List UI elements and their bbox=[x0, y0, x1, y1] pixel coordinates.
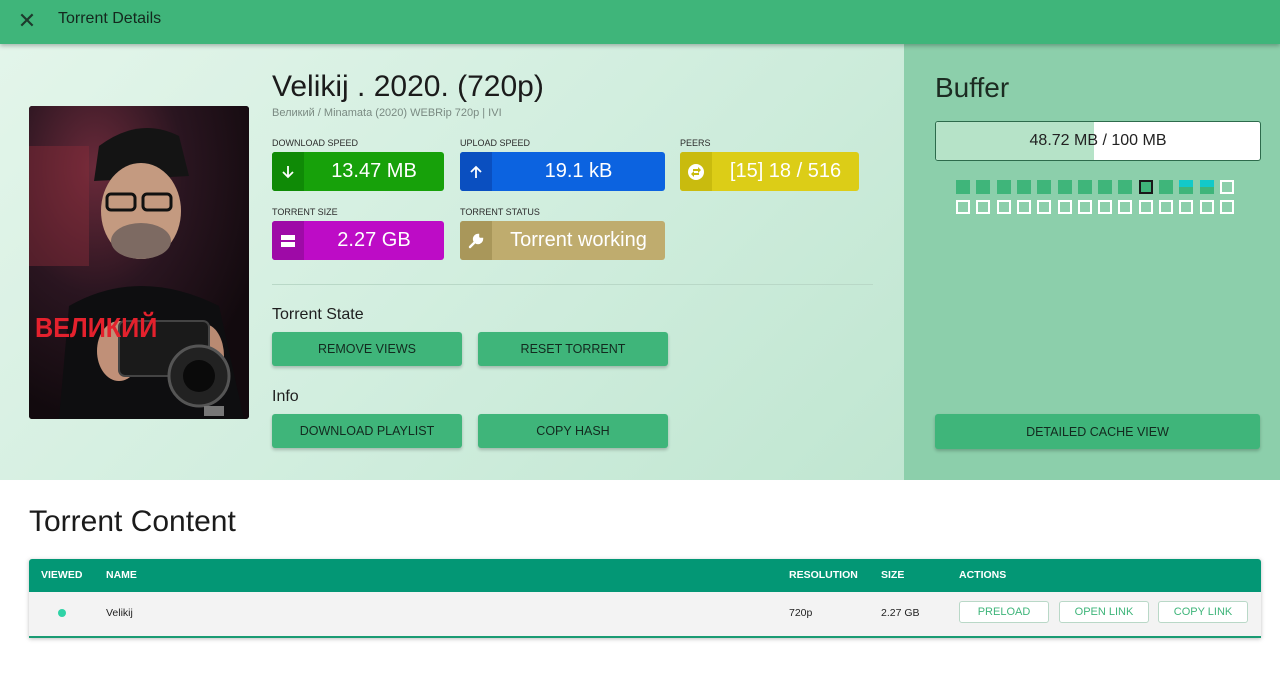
torrent-subtitle: Великий / Minamata (2020) WEBRip 720p | … bbox=[272, 107, 502, 119]
cache-piece bbox=[1037, 200, 1052, 215]
column-name: NAME bbox=[106, 569, 137, 581]
torrent-size-card: 2.27 GB bbox=[272, 221, 444, 260]
cache-piece bbox=[956, 200, 970, 215]
cache-piece bbox=[1179, 200, 1194, 215]
cache-piece bbox=[976, 180, 991, 194]
table-header: VIEWED NAME RESOLUTION SIZE ACTIONS bbox=[29, 559, 1261, 592]
peers-card: [15] 18 / 516 bbox=[680, 152, 859, 191]
cache-piece bbox=[1077, 200, 1092, 215]
column-viewed: VIEWED bbox=[41, 569, 83, 581]
cache-piece bbox=[1057, 180, 1072, 194]
detailed-cache-view-button[interactable]: DETAILED CACHE VIEW bbox=[935, 414, 1260, 449]
cache-piece bbox=[996, 200, 1011, 215]
column-size: SIZE bbox=[881, 569, 905, 581]
cache-piece bbox=[1179, 180, 1194, 194]
cache-piece bbox=[1118, 180, 1133, 194]
file-resolution: 720p bbox=[789, 607, 813, 619]
remove-views-button[interactable]: REMOVE VIEWS bbox=[272, 332, 462, 366]
buffer-progress-text: 48.72 MB / 100 MB bbox=[936, 122, 1260, 160]
cache-piece bbox=[1138, 180, 1153, 194]
poster-image: ВЕЛИКИЙ bbox=[29, 106, 249, 419]
torrent-status-value: Torrent working bbox=[510, 229, 647, 251]
preload-button[interactable]: PRELOAD bbox=[959, 601, 1049, 623]
content-table: VIEWED NAME RESOLUTION SIZE ACTIONS Veli… bbox=[29, 559, 1261, 638]
cache-piece bbox=[1057, 200, 1072, 215]
peers-value: [15] 18 / 516 bbox=[729, 160, 842, 182]
storage-icon bbox=[272, 221, 304, 260]
torrent-status-label: TORRENT STATUS bbox=[460, 207, 540, 217]
copy-hash-button[interactable]: COPY HASH bbox=[478, 414, 668, 448]
column-actions: ACTIONS bbox=[959, 569, 1007, 581]
info-heading: Info bbox=[272, 388, 299, 405]
viewed-indicator-icon bbox=[58, 609, 66, 617]
wrench-icon bbox=[460, 221, 492, 260]
cache-piece bbox=[1098, 180, 1113, 194]
poster-text: ВЕЛИКИЙ bbox=[35, 312, 158, 343]
cache-piece bbox=[1159, 200, 1173, 215]
cache-piece bbox=[1219, 200, 1234, 215]
torrent-content-title: Torrent Content bbox=[29, 505, 236, 538]
torrent-size-label: TORRENT SIZE bbox=[272, 207, 338, 217]
buffer-progress-bar: 48.72 MB / 100 MB bbox=[935, 121, 1261, 161]
download-speed-value: 13.47 MB bbox=[331, 160, 417, 182]
cache-piece bbox=[1118, 200, 1133, 215]
upload-speed-label: UPLOAD SPEED bbox=[460, 138, 531, 148]
torrent-title: Velikij . 2020. (720p) bbox=[272, 70, 544, 103]
buffer-total: 100 MB bbox=[1111, 132, 1167, 149]
open-link-button[interactable]: OPEN LINK bbox=[1059, 601, 1149, 623]
column-resolution: RESOLUTION bbox=[789, 569, 858, 581]
table-row: Velikij 720p 2.27 GB PRELOAD OPEN LINK C… bbox=[29, 592, 1261, 634]
cache-piece bbox=[956, 180, 970, 194]
arrow-up-icon bbox=[460, 152, 492, 191]
copy-link-button[interactable]: COPY LINK bbox=[1158, 601, 1248, 623]
torrent-size-value: 2.27 GB bbox=[337, 229, 411, 251]
file-size: 2.27 GB bbox=[881, 607, 920, 619]
buffer-filled: 48.72 MB bbox=[1029, 132, 1098, 149]
upload-speed-card: 19.1 kB bbox=[460, 152, 665, 191]
reset-torrent-button[interactable]: RESET TORRENT bbox=[478, 332, 668, 366]
cache-piece bbox=[1077, 180, 1092, 194]
arrow-down-icon bbox=[272, 152, 304, 191]
torrent-state-heading: Torrent State bbox=[272, 306, 364, 323]
app-bar: ✕ Torrent Details bbox=[0, 0, 1280, 44]
cache-piece bbox=[1219, 180, 1234, 194]
cache-piece bbox=[1138, 200, 1153, 215]
buffer-separator: / bbox=[1098, 132, 1112, 149]
cache-piece bbox=[1016, 180, 1031, 194]
cache-piece bbox=[996, 180, 1011, 194]
cache-piece bbox=[1016, 200, 1031, 215]
close-icon[interactable]: ✕ bbox=[16, 10, 38, 32]
cache-piece bbox=[1199, 200, 1214, 215]
cache-piece bbox=[1098, 200, 1113, 215]
download-speed-label: DOWNLOAD SPEED bbox=[272, 138, 359, 148]
download-playlist-button[interactable]: DOWNLOAD PLAYLIST bbox=[272, 414, 462, 448]
download-speed-card: 13.47 MB bbox=[272, 152, 444, 191]
cache-piece bbox=[976, 200, 991, 215]
divider bbox=[272, 284, 873, 285]
cache-piece bbox=[1199, 180, 1214, 194]
dialog-title: Torrent Details bbox=[58, 10, 162, 27]
cache-piece bbox=[1037, 180, 1052, 194]
upload-speed-value: 19.1 kB bbox=[544, 160, 613, 182]
file-name: Velikij bbox=[106, 607, 133, 619]
peers-label: PEERS bbox=[680, 138, 711, 148]
peers-icon bbox=[680, 152, 712, 191]
buffer-title: Buffer bbox=[935, 72, 1010, 103]
cache-piece bbox=[1159, 180, 1173, 194]
torrent-status-card: Torrent working bbox=[460, 221, 665, 260]
